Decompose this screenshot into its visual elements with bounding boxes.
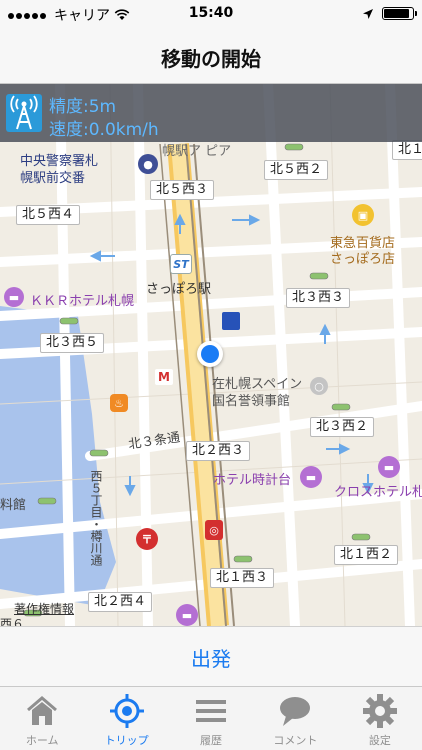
block-label: 北２西４	[88, 592, 153, 612]
consulate-icon[interactable]: ○	[310, 377, 328, 395]
spain-consulate-label-2: 国名誉領事館	[212, 394, 291, 409]
tab-label: ホーム	[25, 734, 59, 747]
station-label: さっぽろ駅	[146, 282, 212, 297]
block-label: 北１西３	[210, 568, 275, 588]
cross-hotel-label: クロスホテル札	[334, 485, 422, 500]
tab-bar: ホーム トリップ 履歴 コメント 設定	[0, 686, 422, 750]
block-label: 北１西２	[334, 545, 399, 565]
speed-readout: 速度:0.0km/h	[49, 120, 159, 140]
gps-signal-icon	[6, 94, 42, 132]
bank-icon[interactable]: ◎	[205, 520, 223, 540]
block-label: 北１西	[392, 140, 422, 160]
restaurant-icon[interactable]: ♨	[110, 394, 128, 412]
hotel-bed-icon[interactable]: ▬	[378, 456, 400, 478]
block-label: 北５西４	[16, 205, 81, 225]
status-right	[362, 7, 417, 20]
page-title: 移動の開始	[161, 47, 261, 71]
map-view[interactable]: 中央警察署札 幌駅前交番 幌駅ア ピア 東急百貨店 さっぽろ店 さっぽろ駅 ＫＫ…	[0, 84, 422, 626]
tab-label: コメント	[273, 734, 318, 747]
nishi6-label: 西６	[0, 617, 25, 626]
tab-history[interactable]: 履歴	[169, 687, 253, 750]
status-bar: キャリア 15:40	[0, 0, 422, 28]
hotel-square-icon[interactable]	[222, 312, 240, 330]
tab-trip[interactable]: トリップ	[84, 687, 168, 750]
tab-label: 履歴	[200, 734, 223, 747]
shopping-bag-icon[interactable]: ▣	[352, 204, 374, 226]
nishi5-road-label: 西５丁目・樽川通	[89, 470, 103, 566]
post-office-icon[interactable]: 〒	[136, 528, 158, 550]
tab-settings[interactable]: 設定	[338, 687, 422, 750]
battery-icon	[382, 7, 417, 20]
apia-label: 幌駅ア ピア	[162, 144, 232, 159]
mos-burger-icon[interactable]: M	[155, 369, 173, 385]
accuracy-readout: 精度:5m	[49, 97, 117, 117]
tab-label: トリップ	[104, 734, 149, 747]
block-label: 北３西２	[310, 417, 375, 437]
police-box-label-2: 幌駅前交番	[20, 171, 86, 186]
tab-home[interactable]: ホーム	[0, 687, 84, 750]
tab-label: 設定	[368, 734, 391, 747]
speech-bubble-icon	[280, 697, 311, 726]
metro-station-icon[interactable]: ST	[170, 254, 192, 274]
block-label: 北２西３	[186, 441, 251, 461]
navigation-bar: 移動の開始	[0, 28, 422, 84]
block-label: 北５西２	[264, 160, 329, 180]
start-bar: 出発	[0, 626, 422, 686]
home-icon	[27, 696, 58, 725]
police-icon[interactable]: ●	[138, 154, 158, 174]
tab-comment[interactable]: コメント	[253, 687, 337, 750]
museum-label: 料館	[0, 498, 27, 513]
hotel-bed-icon[interactable]: ▬	[176, 604, 198, 626]
hotel-bed-icon[interactable]: ▬	[4, 287, 24, 307]
hotel-bed-icon[interactable]: ▬	[300, 466, 322, 488]
hotel-tokeidai-label: ホテル時計台	[213, 473, 292, 488]
block-label: 北３西３	[286, 288, 351, 308]
kkr-hotel-label: ＫＫＲホテル札幌	[30, 294, 135, 309]
crosshair-icon	[109, 694, 144, 728]
block-label: 北３西５	[40, 333, 105, 353]
status-time: 15:40	[188, 5, 234, 21]
tokyu-label-2: さっぽろ店	[330, 252, 396, 267]
block-label: 北５西３	[150, 180, 215, 200]
list-icon	[196, 700, 227, 722]
gps-info-panel: 精度:5m 速度:0.0km/h	[0, 84, 422, 142]
gear-icon	[362, 694, 397, 728]
current-location-dot	[197, 341, 223, 367]
location-arrow-icon	[363, 8, 373, 19]
start-button[interactable]: 出発	[0, 643, 422, 672]
